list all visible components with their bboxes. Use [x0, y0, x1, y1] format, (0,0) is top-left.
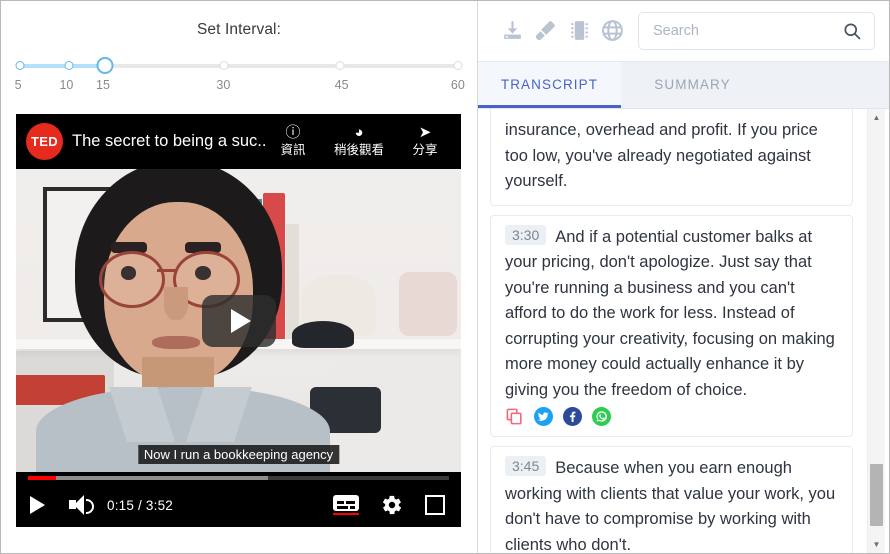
video-action-label: 稍後觀看	[333, 143, 384, 157]
twitter-icon[interactable]	[534, 407, 553, 427]
slider-tick-label-10: 10	[59, 78, 74, 92]
share-icon: ➤	[418, 124, 432, 141]
video-action-info[interactable]: ⓘ 資訊	[267, 124, 319, 157]
video-action-label: 資訊	[280, 143, 306, 157]
video-title[interactable]: The secret to being a suc...	[72, 132, 267, 151]
app-window: Set Interval: 5 10 15 30 45 60 TED The secret…	[0, 0, 890, 554]
video-action-share[interactable]: ➤ 分享	[399, 124, 451, 157]
tab-summary[interactable]: SUMMARY	[621, 62, 764, 108]
share-buttons	[505, 407, 838, 427]
copy-icon[interactable]	[505, 407, 524, 426]
captions-icon[interactable]	[333, 495, 359, 515]
facebook-icon[interactable]	[563, 407, 582, 427]
slider-tick-30[interactable]	[219, 61, 229, 70]
play-overlay-button[interactable]	[201, 294, 276, 347]
video-frame[interactable]: Now I run a bookkeeping agency	[16, 169, 461, 472]
settings-gear-icon[interactable]	[381, 494, 403, 516]
video-action-label: 分享	[412, 143, 438, 157]
progress-played	[28, 476, 56, 480]
scroll-down-arrow[interactable]: ▼	[868, 536, 885, 553]
play-button[interactable]	[30, 496, 45, 514]
slider-tick-45[interactable]	[335, 61, 345, 70]
video-controls-bar: 0:15 / 3:52	[16, 472, 461, 527]
whatsapp-icon[interactable]	[592, 407, 611, 427]
slider-thumb[interactable]	[96, 57, 114, 74]
set-interval-label: Set Interval:	[196, 21, 281, 38]
search-icon[interactable]	[842, 21, 862, 41]
slider-tick-label-60: 60	[450, 78, 465, 92]
slider-tick-60[interactable]	[453, 61, 463, 70]
search-input[interactable]	[651, 21, 842, 40]
progress-buffered	[28, 476, 268, 480]
slider-tick-label-5: 5	[14, 78, 22, 92]
video-action-buttons: ⓘ 資訊 ◕ 稍後觀看 ➤ 分享	[267, 124, 451, 159]
globe-icon[interactable]	[596, 14, 629, 48]
chip-icon[interactable]	[563, 14, 596, 48]
progress-bar[interactable]	[28, 476, 449, 480]
slider-tick-10[interactable]	[64, 61, 74, 70]
slider-tick-label-45: 45	[334, 78, 349, 92]
scrollbar-thumb[interactable]	[870, 464, 883, 527]
transcript-timestamp[interactable]: 3:30	[505, 224, 547, 245]
search-box[interactable]	[638, 11, 875, 50]
transcript-list[interactable]: insurance, overhead and profit. If you p…	[478, 109, 889, 553]
highlighter-icon[interactable]	[529, 14, 562, 48]
transcript-timestamp[interactable]: 3:45	[505, 456, 547, 477]
video-panel: Set Interval: 5 10 15 30 45 60 TED The secret…	[1, 1, 478, 553]
video-title-bar: TED The secret to being a suc... ⓘ 資訊 ◕ 稍後觀…	[16, 114, 461, 169]
tab-transcript[interactable]: TRANSCRIPT	[478, 61, 621, 109]
transcript-text: insurance, overhead and profit. If you p…	[505, 121, 818, 191]
scroll-up-arrow[interactable]: ▲	[868, 109, 885, 126]
fullscreen-icon[interactable]	[425, 495, 445, 515]
transcript-text: And if a potential customer balks at you…	[505, 227, 835, 399]
transcript-card[interactable]: 3:30 And if a potential customer balks at…	[490, 214, 853, 438]
clock-icon: ◕	[354, 124, 364, 141]
volume-icon[interactable]	[69, 494, 94, 516]
slider-tick-label-30: 30	[216, 78, 231, 92]
video-player[interactable]: TED The secret to being a suc... ⓘ 資訊 ◕ 稍後觀…	[16, 114, 461, 527]
transcript-scrollbar[interactable]: ▲ ▼	[867, 109, 885, 553]
transcript-card[interactable]: insurance, overhead and profit. If you p…	[490, 109, 853, 206]
transcript-panel: TRANSCRIPTSUMMARY insurance, overhead an…	[478, 1, 889, 553]
slider-tick-5[interactable]	[15, 61, 25, 70]
interval-slider[interactable]: 5 10 15 30 45 60	[14, 56, 465, 102]
download-icon[interactable]	[496, 14, 529, 48]
transcript-text: Because when you earn enough working wit…	[505, 459, 836, 553]
ted-logo[interactable]: TED	[26, 123, 63, 160]
transcript-tabs: TRANSCRIPT SUMMARY	[478, 60, 889, 110]
video-action-clock[interactable]: ◕ 稍後觀看	[333, 124, 385, 157]
slider-tick-labels: 5 10 15 30 45 60	[14, 78, 465, 98]
slider-tick-label-15: 15	[96, 78, 110, 92]
slider-fill	[20, 64, 107, 68]
video-caption: Now I run a bookkeeping agency	[137, 445, 340, 464]
info-icon: ⓘ	[285, 124, 301, 141]
transcript-card[interactable]: 3:45 Because when you earn enough working…	[490, 446, 853, 553]
time-display: 0:15 / 3:52	[107, 497, 174, 513]
transcript-toolbar	[478, 1, 889, 61]
